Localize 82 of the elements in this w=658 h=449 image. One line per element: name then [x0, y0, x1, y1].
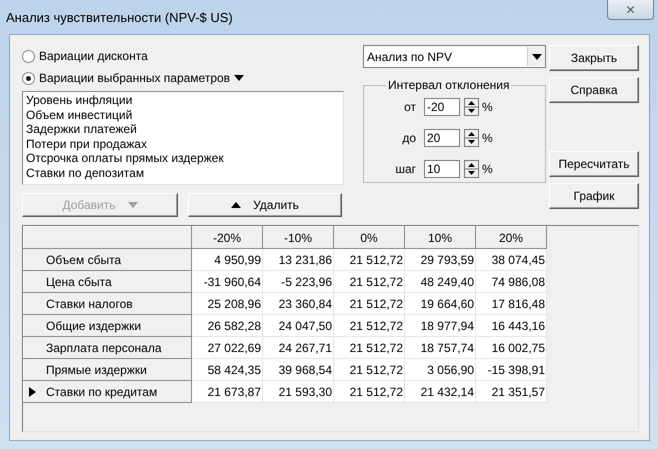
row-header[interactable]: Ставки налогов: [24, 292, 192, 314]
table-cell: -31 960,64: [192, 270, 262, 292]
analysis-dropdown[interactable]: Анализ по NPV: [363, 45, 546, 68]
table-cell: 19 664,60: [404, 292, 476, 314]
unit-label: %: [482, 100, 493, 114]
table-cell: 27 022,69: [192, 336, 262, 358]
dialog-button[interactable]: График: [549, 183, 639, 209]
parameter-list[interactable]: Уровень инфляции Объем инвестиций Задержки платежей Потери при продажах Отсрочка оплаты прямых издержек Ставки по депозитам: [22, 91, 344, 185]
table-cell: 3 056,90: [404, 358, 476, 380]
close-button[interactable]: ✕: [607, 0, 654, 20]
table-cell: 23 360,84: [262, 292, 334, 314]
table-cell: 29 793,59: [404, 248, 476, 270]
row-header[interactable]: Ставки по кредитам: [24, 380, 192, 402]
field-label: от: [403, 100, 417, 114]
list-item[interactable]: Потери при продажах: [26, 136, 340, 151]
list-item[interactable]: Уровень инфляции: [26, 93, 340, 108]
column-header: 0%: [334, 226, 404, 248]
table-cell: 21 351,57: [476, 380, 546, 402]
group-title: Интервал отклонения: [387, 78, 510, 92]
list-item[interactable]: Объем инвестиций: [26, 108, 340, 122]
table-cell: 21 512,72: [334, 380, 404, 402]
list-item[interactable]: Задержки платежей: [26, 122, 340, 136]
table-cell: 26 582,28: [192, 314, 262, 336]
spin-buttons-icon[interactable]: [464, 160, 479, 178]
table-cell: 21 432,14: [404, 380, 476, 402]
row-header[interactable]: Общие издержки: [24, 314, 192, 336]
table-cell: 39 968,54: [262, 358, 334, 380]
table-cell: 24 267,71: [262, 336, 334, 358]
field-label: шаг: [394, 162, 417, 176]
table-cell: 21 512,72: [334, 314, 404, 336]
row-header[interactable]: Прямые издержки: [24, 358, 192, 380]
dialog-button[interactable]: Закрыть: [549, 45, 639, 71]
list-item[interactable]: Отсрочка оплаты прямых издержек: [26, 151, 340, 166]
table-cell: 17 816,48: [476, 292, 546, 314]
table-cell: 21 512,72: [334, 248, 404, 270]
number-field[interactable]: 20: [424, 129, 460, 147]
table-cell: 25 208,96: [192, 292, 262, 314]
table-cell: 18 977,94: [404, 314, 476, 336]
dropdown-arrow-icon: [532, 52, 542, 60]
table-cell: -15 398,91: [476, 358, 546, 380]
radio-button[interactable]: [22, 50, 35, 62]
column-header: 20%: [476, 226, 546, 248]
row-header[interactable]: Зарплата персонала: [24, 336, 192, 358]
table-cell: -5 223,96: [262, 270, 334, 292]
row-header[interactable]: Объем сбыта: [24, 248, 192, 270]
table-cell: 16 443,16: [476, 314, 546, 336]
table-cell: 21 512,72: [334, 270, 404, 292]
number-field[interactable]: -20: [424, 98, 460, 116]
radio-label[interactable]: Вариации выбранных параметров: [39, 71, 230, 85]
table-cell: 21 593,30: [262, 380, 334, 402]
table-cell: 58 424,35: [192, 358, 262, 380]
unit-label: %: [482, 162, 493, 176]
table-cell: 38 074,45: [476, 248, 546, 270]
column-header: -20%: [192, 226, 262, 248]
radio-button[interactable]: [22, 72, 35, 84]
spin-buttons-icon[interactable]: [464, 98, 479, 116]
dialog-button[interactable]: Пересчитать: [549, 151, 639, 177]
table-cell: 21 673,87: [192, 380, 262, 402]
caret-icon: [231, 201, 242, 209]
row-header[interactable]: Цена сбыта: [24, 270, 192, 292]
column-header: 10%: [404, 226, 476, 248]
table-cell: 21 512,72: [334, 292, 404, 314]
dialog-button[interactable]: Справка: [549, 77, 639, 103]
table-cell: 74 986,08: [476, 270, 546, 292]
table-cell: 18 757,74: [404, 336, 476, 358]
window-title: Анализ чувствительности (NPV-$ US): [6, 10, 233, 25]
table-cell: 21 512,72: [334, 358, 404, 380]
spin-buttons-icon[interactable]: [464, 129, 479, 147]
field-label: до: [401, 131, 417, 145]
caret-icon: [128, 201, 138, 209]
unit-label: %: [482, 131, 493, 145]
column-header: -10%: [262, 226, 334, 248]
radio-label[interactable]: Вариации дисконта: [39, 49, 148, 63]
table-cell: 4 950,99: [192, 248, 262, 270]
number-field[interactable]: 10: [424, 160, 460, 178]
list-item[interactable]: Ставки по депозитам: [26, 166, 340, 180]
table-cell: 16 002,75: [476, 336, 546, 358]
delete-button[interactable]: Удалить: [188, 193, 342, 217]
table-cell: 48 249,40: [404, 270, 476, 292]
table-cell: 21 512,72: [334, 336, 404, 358]
table-cell: 24 047,50: [262, 314, 334, 336]
table-cell: 13 231,86: [262, 248, 334, 270]
